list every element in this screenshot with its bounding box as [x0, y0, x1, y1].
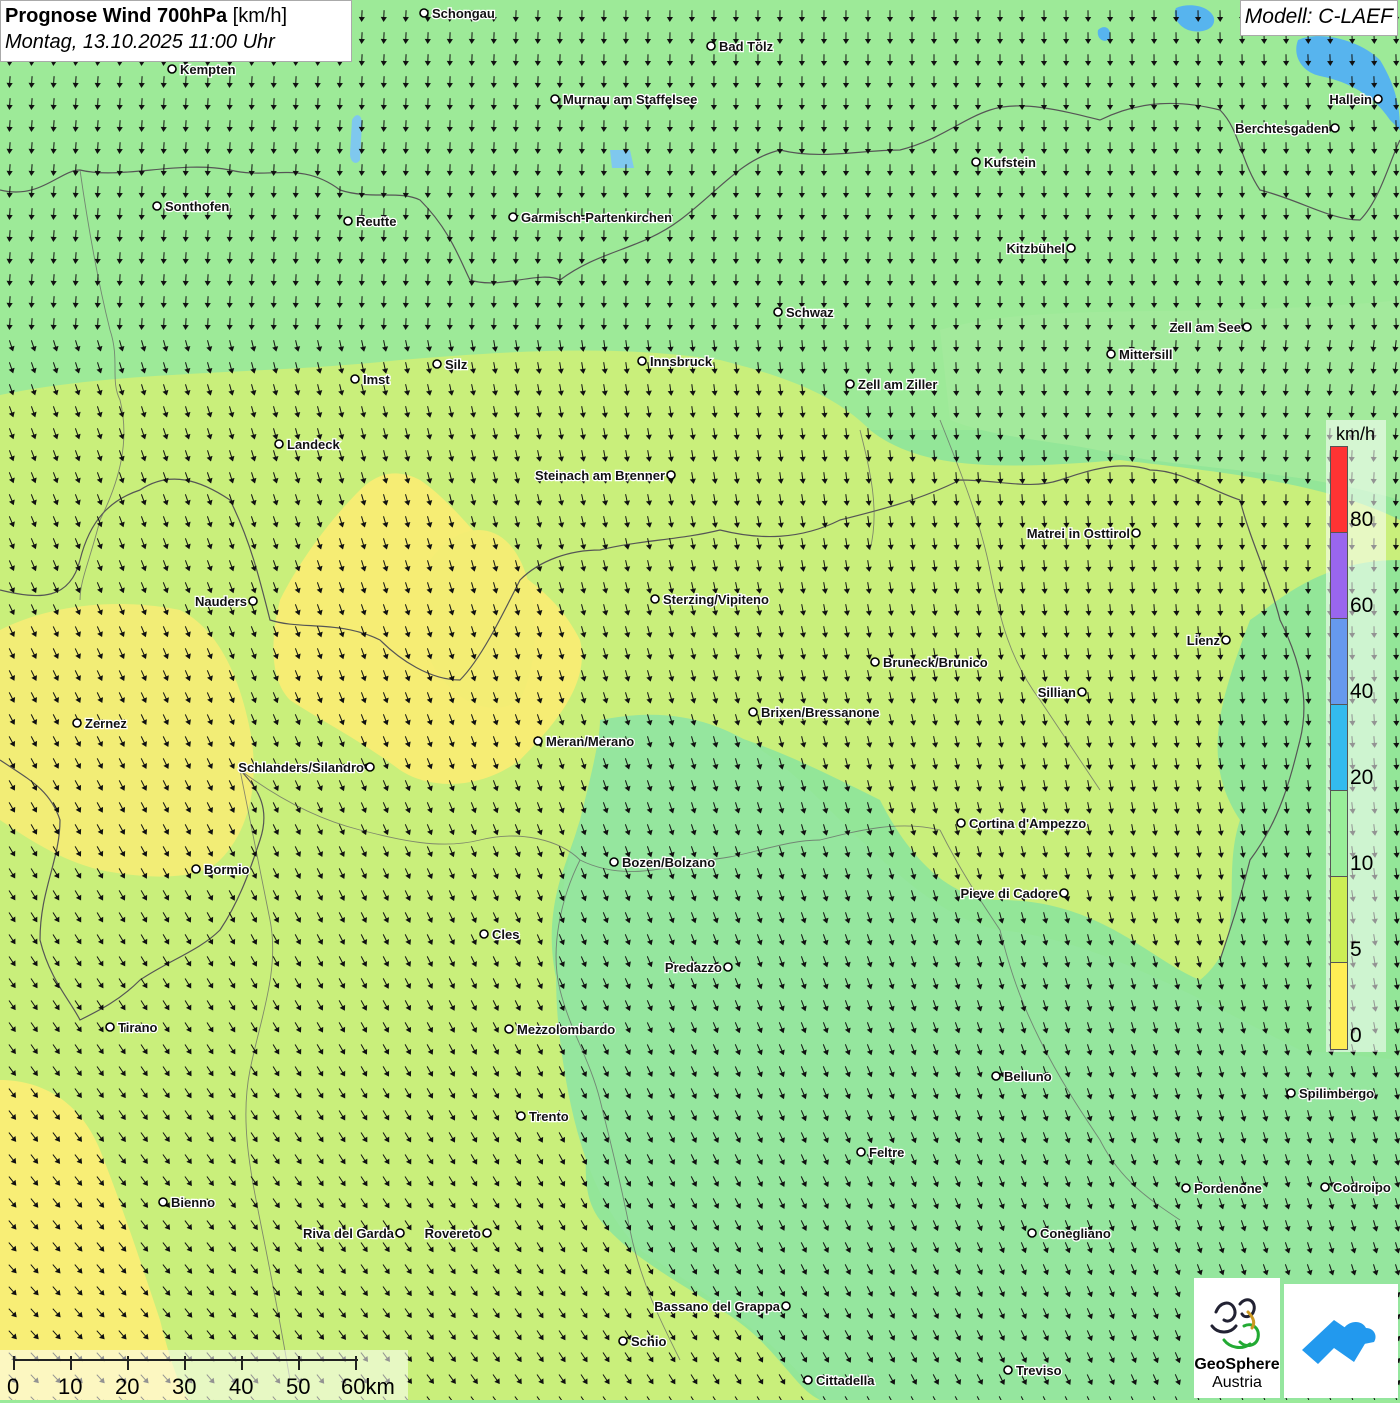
wind-map[interactable]: SchongauBad TölzKemptenHalleinMurnau am … — [0, 0, 1400, 1400]
